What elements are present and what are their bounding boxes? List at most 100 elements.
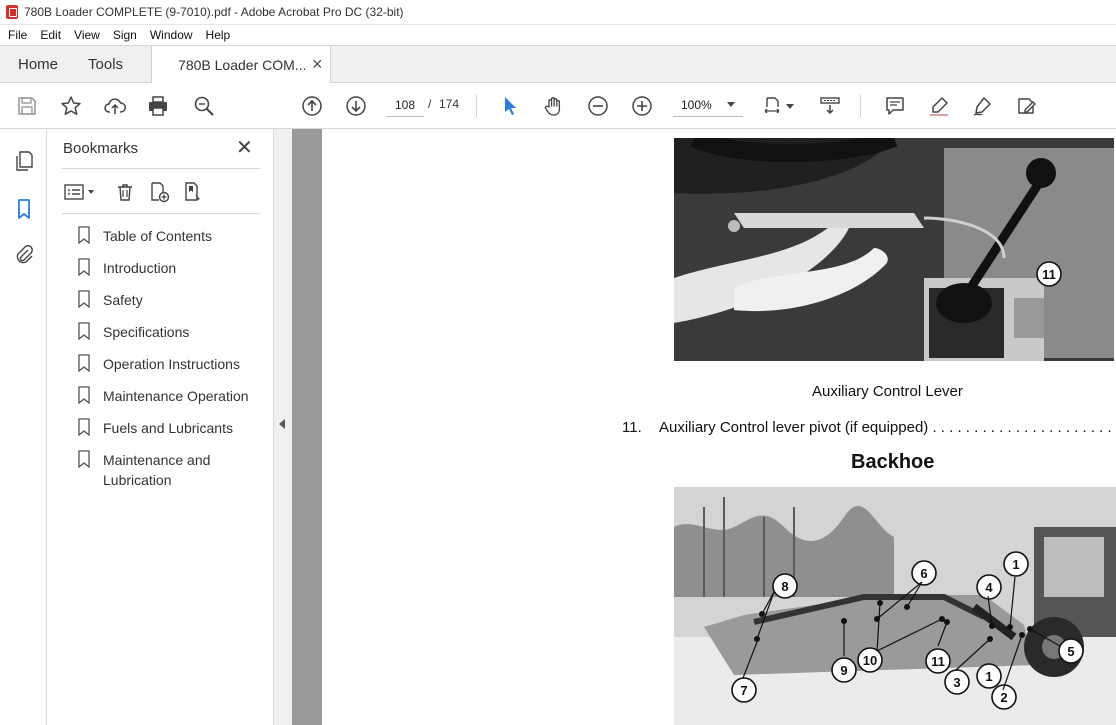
prev-page-button[interactable] xyxy=(299,93,325,119)
page-gutter xyxy=(292,129,322,725)
zoom-in-button[interactable] xyxy=(629,93,655,119)
bookmark-label: Maintenance Operation xyxy=(103,388,249,404)
bookmark-tools xyxy=(62,179,262,205)
zoom-select[interactable]: 100% xyxy=(673,93,743,117)
fill-sign-button[interactable] xyxy=(1013,93,1039,119)
bookmark-properties-button[interactable] xyxy=(180,179,206,205)
toolbar-divider xyxy=(476,95,477,117)
page-fit-icon xyxy=(764,97,780,114)
page-thumbnails-button[interactable] xyxy=(12,149,36,173)
bookmark-list: Table of Contents Introduction Safety Sp… xyxy=(78,226,268,502)
bookmark-item[interactable]: Maintenance Operation xyxy=(78,386,268,406)
bookmark-ribbon-icon xyxy=(78,322,90,340)
bookmark-ribbon-icon xyxy=(78,450,90,468)
find-button[interactable] xyxy=(191,93,217,119)
bookmark-star-button[interactable] xyxy=(58,93,84,119)
save-button[interactable] xyxy=(14,93,40,119)
bookmark-ribbon-icon xyxy=(78,258,90,276)
bookmark-label: Operation Instructions xyxy=(103,356,240,372)
new-bookmark-button[interactable] xyxy=(146,179,172,205)
bookmark-item[interactable]: Safety xyxy=(78,290,268,310)
callout-leader-lines xyxy=(742,576,1061,691)
close-panel-icon[interactable]: ✕ xyxy=(236,138,253,158)
toolbar-divider xyxy=(860,95,861,117)
magnify-icon xyxy=(194,96,214,116)
bookmark-label: Table of Contents xyxy=(103,228,212,244)
bookmark-item[interactable]: Operation Instructions xyxy=(78,354,268,374)
scrolling-mode-button[interactable] xyxy=(817,93,843,119)
bookmark-options-button[interactable] xyxy=(62,179,98,205)
arrow-down-circle-icon xyxy=(346,96,366,116)
bookmark-label: Introduction xyxy=(103,260,177,276)
menu-window[interactable]: Window xyxy=(150,28,193,42)
tab-home[interactable]: Home xyxy=(0,46,72,82)
star-icon xyxy=(61,96,81,115)
draw-button[interactable] xyxy=(969,93,995,119)
bookmarks-button[interactable] xyxy=(12,197,36,221)
menu-view[interactable]: View xyxy=(74,28,100,42)
highlight-button[interactable] xyxy=(926,93,952,119)
navigation-rail xyxy=(0,129,47,725)
arrow-up-circle-icon xyxy=(302,96,322,116)
paperclip-icon xyxy=(16,245,33,264)
bookmark-label: Maintenance and Lubrication xyxy=(103,452,211,488)
menu-sign[interactable]: Sign xyxy=(113,28,137,42)
cursor-arrow-icon xyxy=(505,97,516,115)
bookmark-label: Fuels and Lubricants xyxy=(103,420,233,436)
delete-bookmark-button[interactable] xyxy=(112,179,138,205)
select-tool-button[interactable] xyxy=(497,93,523,119)
window-title: 780B Loader COMPLETE (9-7010).pdf - Adob… xyxy=(24,5,404,19)
plus-circle-icon xyxy=(632,96,652,116)
bookmark-ribbon-icon xyxy=(78,386,90,404)
menu-edit[interactable]: Edit xyxy=(40,28,61,42)
hand-icon xyxy=(544,97,561,116)
collapse-panel-handle[interactable] xyxy=(274,129,292,725)
upload-button[interactable] xyxy=(102,93,128,119)
chevron-down-icon xyxy=(727,102,735,107)
zoom-out-button[interactable] xyxy=(585,93,611,119)
bookmark-ribbon-icon xyxy=(78,418,90,436)
page-number-input[interactable] xyxy=(386,93,424,117)
bookmark-tag-icon xyxy=(185,182,200,201)
next-page-button[interactable] xyxy=(343,93,369,119)
bookmark-item[interactable]: Introduction xyxy=(78,258,268,278)
cloud-upload-icon xyxy=(104,98,126,114)
trash-icon xyxy=(118,184,132,201)
bookmark-item[interactable]: Table of Contents xyxy=(78,226,268,246)
tab-tools[interactable]: Tools xyxy=(72,46,151,82)
bookmark-item[interactable]: Specifications xyxy=(78,322,268,342)
document-viewer[interactable]: 11 Auxiliary Control Lever 11. Auxiliary … xyxy=(292,129,1116,725)
highlighter-icon xyxy=(930,97,948,116)
panel-divider xyxy=(62,213,260,214)
pages-icon xyxy=(16,151,33,171)
page-fit-dropdown[interactable] xyxy=(784,93,796,119)
menu-help[interactable]: Help xyxy=(206,28,231,42)
print-button[interactable] xyxy=(145,93,171,119)
menu-bar: File Edit View Sign Window Help xyxy=(0,25,1116,45)
bookmark-item[interactable]: Fuels and Lubricants xyxy=(78,418,268,438)
tab-document-label: 780B Loader COM... xyxy=(178,56,307,73)
menu-file[interactable]: File xyxy=(8,28,27,42)
pen-icon xyxy=(973,97,991,116)
bookmarks-header: Bookmarks xyxy=(63,140,139,157)
comment-icon xyxy=(886,97,904,115)
page-fit-button[interactable] xyxy=(760,93,786,119)
bookmark-label: Safety xyxy=(103,292,143,308)
tab-document[interactable]: 780B Loader COM... ✕ xyxy=(151,46,332,83)
save-icon xyxy=(18,97,36,115)
hand-tool-button[interactable] xyxy=(541,93,567,119)
bookmarks-panel: Bookmarks ✕ Table of Contents Introducti… xyxy=(48,129,274,725)
zoom-value: 100% xyxy=(681,97,712,112)
bookmark-icon xyxy=(18,199,30,219)
comment-button[interactable] xyxy=(882,93,908,119)
pdf-page: 11 Auxiliary Control Lever 11. Auxiliary … xyxy=(322,129,1116,725)
bookmark-ribbon-icon xyxy=(78,290,90,308)
tab-bar: Home Tools 780B Loader COM... ✕ xyxy=(0,45,1116,83)
attachments-button[interactable] xyxy=(12,243,36,267)
bookmark-item[interactable]: Maintenance and Lubrication xyxy=(78,450,268,490)
toolbar: / 174 100% xyxy=(0,83,1116,129)
chevron-down-icon xyxy=(786,103,794,109)
scroll-mode-icon xyxy=(820,97,840,115)
title-bar: 780B Loader COMPLETE (9-7010).pdf - Adob… xyxy=(0,0,1116,25)
close-tab-icon[interactable]: ✕ xyxy=(311,56,323,73)
